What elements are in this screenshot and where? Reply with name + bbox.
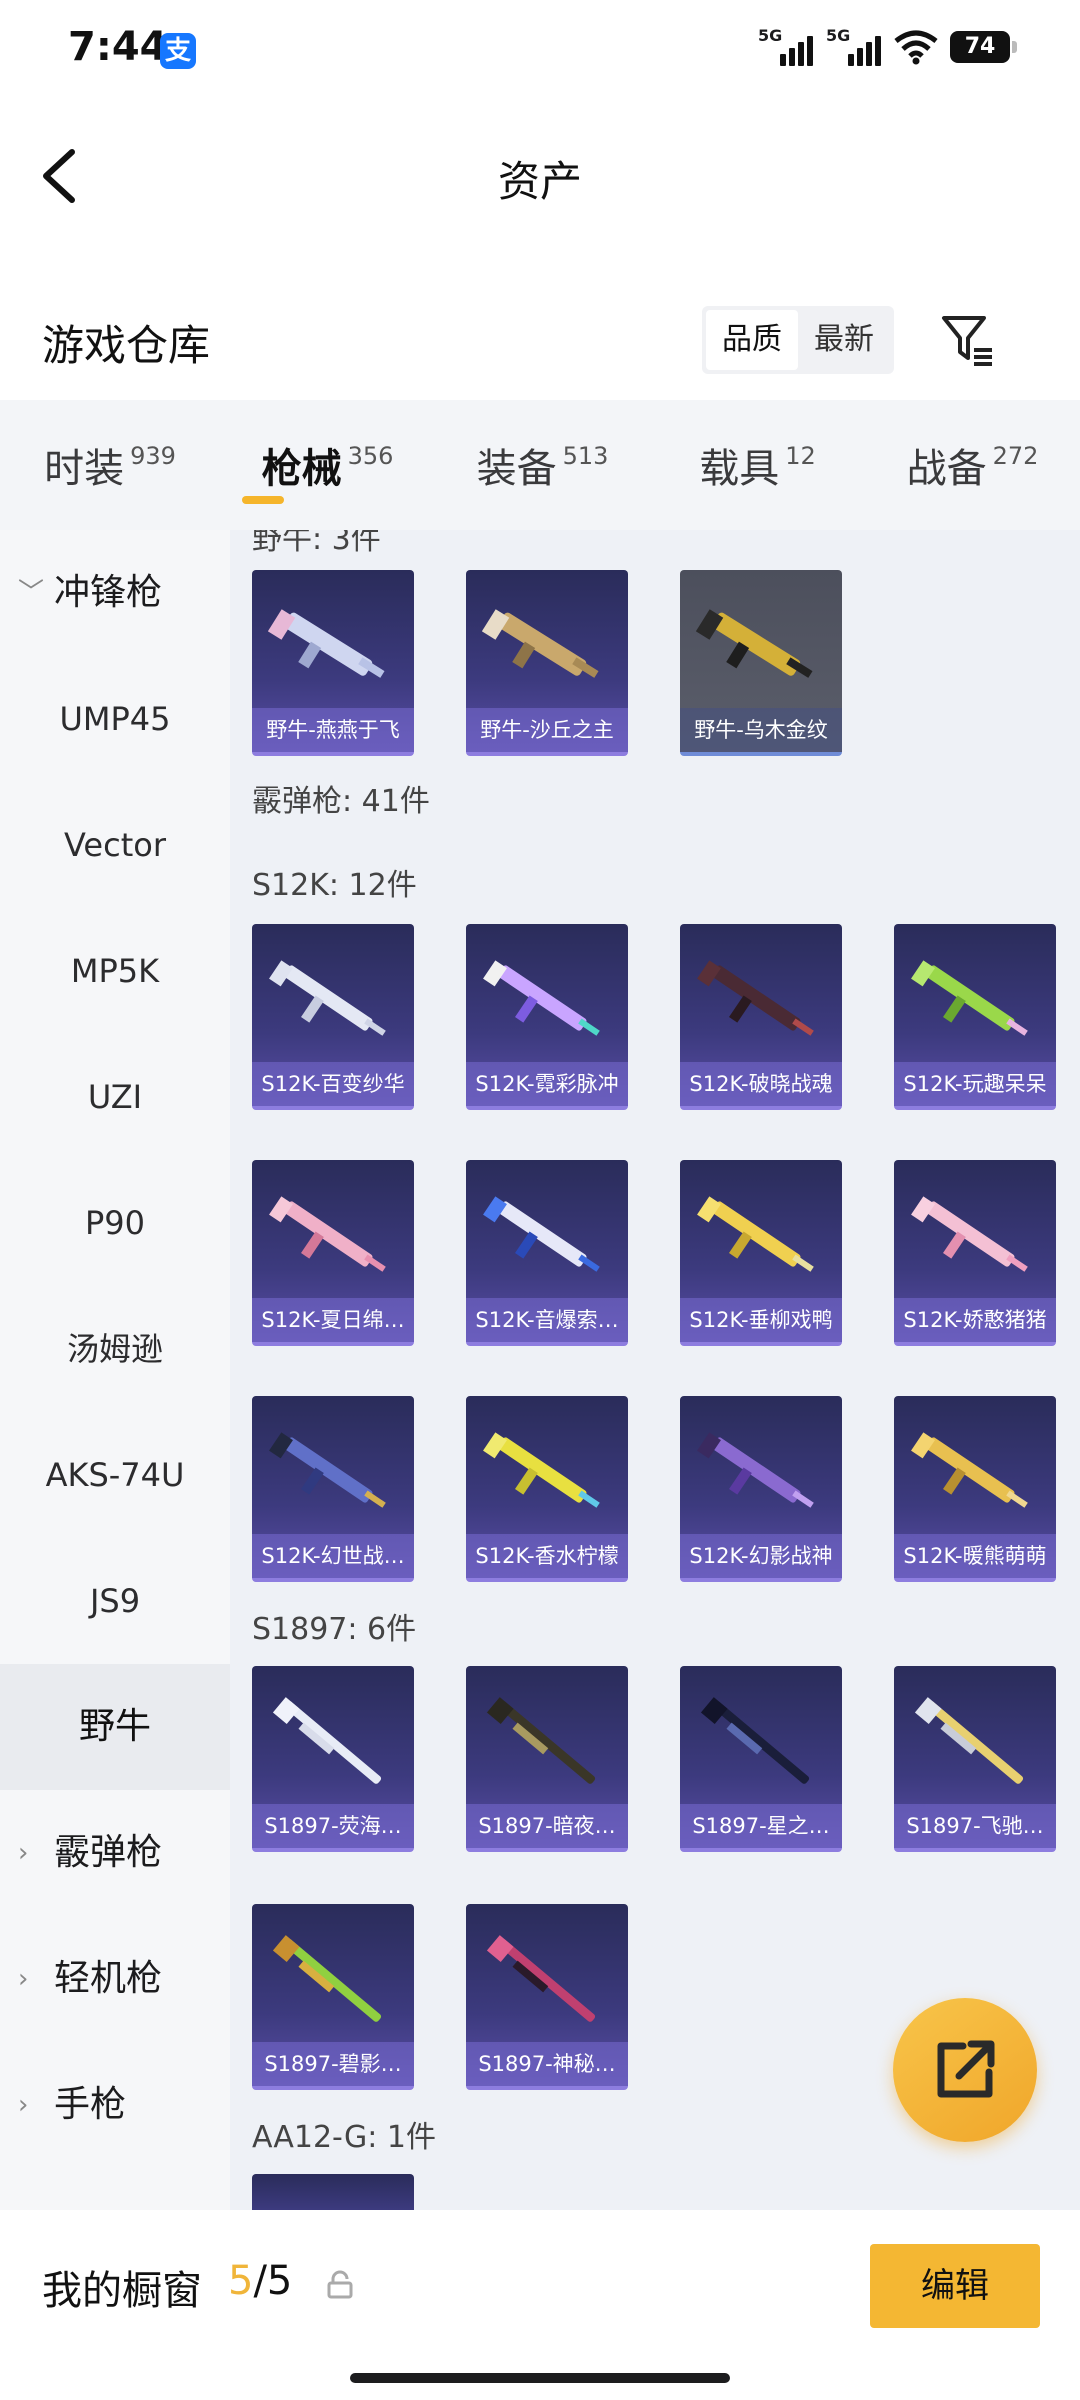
gun-icon	[700, 1697, 810, 1784]
gun-icon	[697, 1432, 814, 1508]
item-card[interactable]: S1897-暗夜…	[466, 1666, 628, 1852]
tab-supplies[interactable]: 战备 272	[865, 400, 1080, 530]
item-card[interactable]: S1897-星之…	[680, 1666, 842, 1852]
item-card[interactable]: S12K-暖熊萌萌	[894, 1396, 1056, 1582]
signal-icon: 5G	[758, 26, 814, 66]
warehouse-title: 游戏仓库	[42, 321, 211, 370]
gun-icon	[486, 1697, 596, 1784]
sort-toggle: 品质 最新	[702, 306, 894, 374]
sidebar-group-lmg[interactable]: › 轻机枪	[0, 1916, 230, 2042]
sort-newest-button[interactable]: 最新	[798, 310, 890, 370]
status-time: 7:44	[68, 24, 168, 70]
item-card[interactable]: 野牛-沙丘之主	[466, 570, 628, 756]
gun-icon	[486, 1935, 596, 2022]
item-card[interactable]: 野牛-乌木金纹	[680, 570, 842, 756]
section-header-shotgun: 霰弹枪: 41件	[252, 784, 430, 819]
section-header-s12k: S12K: 12件	[252, 868, 417, 903]
showcase-label: 我的橱窗	[42, 2268, 202, 2314]
item-card[interactable]: S12K-夏日绵…	[252, 1160, 414, 1346]
active-tab-indicator	[241, 496, 284, 504]
gun-icon	[697, 960, 814, 1036]
tab-firearms[interactable]: 枪械 356	[220, 400, 435, 530]
tab-fashion[interactable]: 时装 939	[0, 400, 220, 530]
sidebar-item-mp5k[interactable]: MP5K	[0, 908, 230, 1034]
gun-icon	[483, 960, 600, 1036]
section-header-aa12g: AA12-G: 1件	[252, 2120, 436, 2155]
gun-icon	[272, 1697, 382, 1784]
item-card[interactable]: 野牛-燕燕于飞	[252, 570, 414, 756]
gun-icon	[914, 1697, 1024, 1784]
item-card[interactable]: S12K-娇憨猪猪	[894, 1160, 1056, 1346]
section-header-s1897: S1897: 6件	[252, 1612, 417, 1647]
sidebar-item-p90[interactable]: P90	[0, 1160, 230, 1286]
chevron-right-icon: ›	[18, 1964, 29, 1994]
item-card[interactable]: S12K-垂柳戏鸭	[680, 1160, 842, 1346]
sidebar-item-uzi[interactable]: UZI	[0, 1034, 230, 1160]
section-header-bison: 野牛: 3件	[252, 530, 381, 557]
chevron-right-icon: ›	[18, 1838, 29, 1868]
gun-icon	[483, 1432, 600, 1508]
gun-icon	[482, 609, 599, 678]
weapon-sidebar: ﹀ 冲锋枪 UMP45 Vector MP5K UZI P90 汤姆逊 AKS-7…	[0, 530, 230, 2210]
sidebar-item-vector[interactable]: Vector	[0, 782, 230, 908]
sidebar-item-aks74u[interactable]: AKS-74U	[0, 1412, 230, 1538]
item-card[interactable]: S12K-霓彩脉冲	[466, 924, 628, 1110]
gun-icon	[269, 1432, 386, 1508]
item-card[interactable]: S1897-荧海…	[252, 1666, 414, 1852]
gun-icon	[269, 960, 386, 1036]
tab-equipment[interactable]: 装备 513	[435, 400, 650, 530]
wifi-icon	[894, 30, 938, 65]
gun-icon	[911, 960, 1028, 1036]
gun-icon	[911, 1196, 1028, 1272]
sidebar-item-thompson[interactable]: 汤姆逊	[0, 1286, 230, 1412]
status-bar: 7:44 支 5G 5G 74	[0, 0, 1080, 100]
share-icon	[937, 2040, 995, 2098]
chevron-right-icon: ›	[18, 2090, 29, 2120]
item-card[interactable]	[252, 2174, 414, 2210]
item-card[interactable]: S12K-幻影战神	[680, 1396, 842, 1582]
nav-header: 资产	[0, 120, 1080, 230]
gun-icon	[696, 609, 813, 678]
item-card[interactable]: S12K-幻世战…	[252, 1396, 414, 1582]
item-card[interactable]: S12K-香水柠檬	[466, 1396, 628, 1582]
showcase-count: 5/5	[228, 2258, 293, 2304]
chevron-down-icon: ﹀	[18, 578, 45, 608]
page-title: 资产	[497, 157, 582, 206]
item-card[interactable]: S1897-飞驰…	[894, 1666, 1056, 1852]
gun-icon	[483, 1196, 600, 1272]
sort-quality-button[interactable]: 品质	[706, 310, 798, 370]
signal-icon: 5G	[826, 26, 882, 66]
gun-icon	[272, 1935, 382, 2022]
item-card[interactable]: S12K-百变纱华	[252, 924, 414, 1110]
item-card[interactable]: S12K-音爆索…	[466, 1160, 628, 1346]
home-indicator[interactable]	[350, 2373, 730, 2383]
lock-icon	[327, 2270, 353, 2299]
sidebar-item-bison[interactable]: 野牛	[0, 1664, 230, 1790]
warehouse-header: 游戏仓库 品质 最新	[0, 290, 1080, 390]
edit-button[interactable]: 编辑	[870, 2244, 1040, 2328]
tab-vehicles[interactable]: 载具 12	[650, 400, 865, 530]
sidebar-group-smg[interactable]: ﹀ 冲锋枪	[0, 530, 230, 656]
item-card[interactable]: S1897-碧影…	[252, 1904, 414, 2090]
category-tabs: 时装 939 枪械 356 装备 513 载具 12 战备 272	[0, 400, 1080, 530]
gun-icon	[269, 1196, 386, 1272]
share-button[interactable]	[893, 1998, 1037, 2142]
gun-icon	[268, 609, 385, 678]
battery-icon: 74	[950, 31, 1017, 63]
item-grid: 野牛: 3件 野牛-燕燕于飞 野牛-沙丘之主 野牛-乌木金纹 霰弹枪: 41件 …	[230, 530, 1080, 2210]
item-card[interactable]: S12K-破晓战魂	[680, 924, 842, 1110]
item-card[interactable]: S12K-玩趣呆呆	[894, 924, 1056, 1110]
alipay-icon: 支	[160, 33, 196, 69]
sidebar-group-shotgun[interactable]: › 霰弹枪	[0, 1790, 230, 1916]
sidebar-item-ump45[interactable]: UMP45	[0, 656, 230, 782]
status-indicators: 5G 5G 74	[758, 26, 1017, 66]
item-card[interactable]: S1897-神秘…	[466, 1904, 628, 2090]
gun-icon	[911, 1432, 1028, 1508]
showcase-bar: 我的橱窗 5/5 编辑	[0, 2210, 1080, 2360]
gun-icon	[697, 1196, 814, 1272]
sidebar-item-js9[interactable]: JS9	[0, 1538, 230, 1664]
sidebar-group-pistol[interactable]: › 手枪	[0, 2042, 230, 2168]
filter-icon[interactable]	[940, 312, 996, 368]
